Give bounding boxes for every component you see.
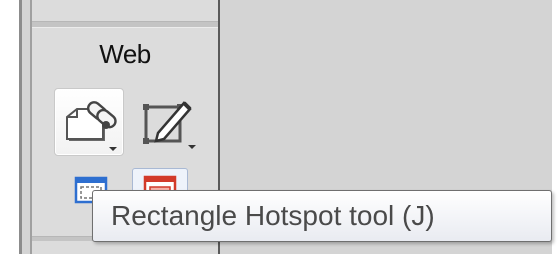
slice-tool-button[interactable] [54,88,124,156]
right-margin [552,0,559,254]
panel-outer-border [19,0,22,254]
slice-select-tool-icon [143,101,196,149]
slice-tool-icon [66,101,117,151]
panel-separator [32,21,218,28]
left-margin [0,0,19,254]
slice-select-tool-button[interactable] [140,93,202,151]
panel-title: Web [99,39,151,69]
tool-tooltip: Rectangle Hotspot tool (J) [92,190,552,242]
